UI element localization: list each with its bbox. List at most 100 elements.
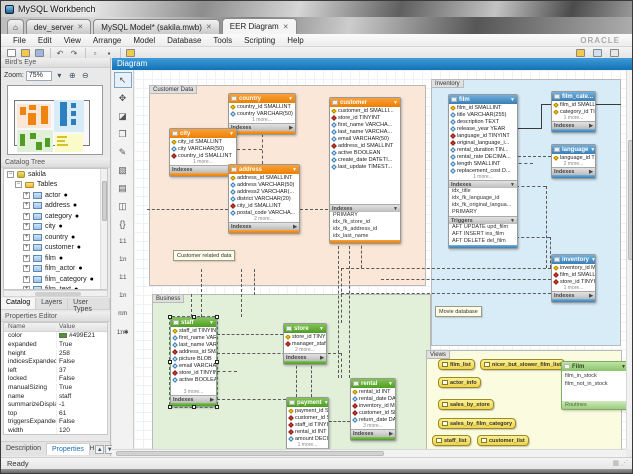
property-row[interactable]: left37 xyxy=(4,366,107,375)
entity-table-inventory[interactable]: inventory▼inventory_id MEDI...film_id SM… xyxy=(551,254,596,303)
zoom-in-icon[interactable]: ⊕ xyxy=(67,71,78,80)
bottom-tab-properties[interactable]: Properties xyxy=(46,443,90,455)
zoom-out-icon[interactable]: ⊖ xyxy=(80,71,91,80)
tree-expand-icon[interactable]: + xyxy=(23,234,30,241)
new-document-icon[interactable] xyxy=(5,48,17,58)
collapse-arrow-icon[interactable]: ▼ xyxy=(510,97,515,103)
entity-table-country[interactable]: country▼country_id SMALLINTcountry VARCH… xyxy=(228,93,296,135)
redo-icon[interactable]: ↷ xyxy=(68,48,80,58)
tree-expand-icon[interactable]: + xyxy=(23,255,30,262)
property-row[interactable]: triggersExpandedFalse xyxy=(4,418,107,427)
routine-group-header[interactable]: Film▼ xyxy=(562,362,626,371)
tree-expand-icon[interactable]: + xyxy=(23,244,30,251)
collapse-arrow-icon[interactable]: ▼ xyxy=(393,206,398,212)
menu-help[interactable]: Help xyxy=(281,36,309,45)
zoom-dropdown-arrow[interactable]: ▾ xyxy=(54,71,65,80)
selection-handle[interactable] xyxy=(215,405,219,409)
image-tool-icon[interactable]: ▧ xyxy=(114,162,132,178)
menu-edit[interactable]: Edit xyxy=(32,36,58,45)
tab-mysql[interactable]: MySQL Model* (sakila.mwb)✕ xyxy=(93,19,220,34)
entity-table-payment[interactable]: payment▼payment_id SMAL...customer_id SM… xyxy=(286,397,329,449)
entity-table-city[interactable]: city▼city_id SMALLINTcity VARCHAR(50)cou… xyxy=(169,128,237,177)
entity-table-rental[interactable]: rental▼rental_id INTrental_date DATE...i… xyxy=(350,378,396,441)
birds-eye-minimap[interactable] xyxy=(7,85,103,155)
tree-horizontal-scrollbar[interactable] xyxy=(3,290,108,297)
collapse-arrow-icon[interactable]: ▼ xyxy=(388,381,393,387)
view-sales_by_store[interactable]: sales_by_store xyxy=(438,399,494,410)
catalog-tab-layers[interactable]: Layers xyxy=(36,298,68,309)
entity-header[interactable]: customer▼ xyxy=(330,98,400,107)
undo-icon[interactable]: ↶ xyxy=(54,48,66,58)
tab-close-icon[interactable]: ✕ xyxy=(206,23,212,31)
rel-n-m-identifying-icon[interactable]: n:m xyxy=(114,306,132,322)
note-customer-related-data[interactable]: Customer related data xyxy=(173,250,235,261)
home-tab[interactable]: ⌂ xyxy=(7,19,24,34)
footer-indexes-bar[interactable]: Indexes▶ xyxy=(552,121,595,129)
entity-header[interactable]: inventory▼ xyxy=(552,255,595,264)
entity-header[interactable]: address▼ xyxy=(229,165,299,174)
collapse-arrow-icon[interactable]: ▼ xyxy=(510,182,515,188)
rel-1-n-identifying-icon[interactable]: 1:n xyxy=(114,288,132,304)
entity-table-staff[interactable]: staff▼staff_id TINYINTfirst_name VARCH..… xyxy=(170,317,217,407)
footer-indexes-bar[interactable]: Indexes▶ xyxy=(284,353,326,361)
collapse-arrow-icon[interactable]: ▼ xyxy=(229,131,234,137)
catalog-tab-catalog[interactable]: Catalog xyxy=(1,298,36,309)
entity-table-customer[interactable]: customer▼customer_id SMALLI...store_id T… xyxy=(329,97,401,244)
property-row[interactable]: width120 xyxy=(4,426,107,435)
tree-table-address[interactable]: +address● xyxy=(4,201,107,212)
section-indexes[interactable]: Indexes▼ xyxy=(449,180,517,188)
menu-tools[interactable]: Tools xyxy=(207,36,238,45)
menu-model[interactable]: Model xyxy=(127,36,161,45)
diagram-canvas[interactable]: Customer DataInventoryBusinessViewscount… xyxy=(134,70,626,449)
export-image-icon[interactable] xyxy=(574,48,586,58)
expand-arrow-icon[interactable]: ▶ xyxy=(589,123,593,129)
collapse-arrow-icon[interactable]: ▼ xyxy=(510,218,515,224)
tree-expand-icon[interactable]: + xyxy=(23,192,30,199)
collapse-arrow-icon[interactable]: ▼ xyxy=(292,167,297,173)
collapse-arrow-icon[interactable]: ▼ xyxy=(590,147,595,153)
zoom-input[interactable]: 75% xyxy=(26,71,52,81)
tree-expand-icon[interactable]: + xyxy=(23,223,30,230)
save-model-icon[interactable] xyxy=(33,48,45,58)
tree-expand-icon[interactable]: + xyxy=(23,265,30,272)
note-movie-database[interactable]: Movie database xyxy=(435,306,482,317)
view-actor_info[interactable]: actor_info xyxy=(438,377,481,388)
menu-database[interactable]: Database xyxy=(161,36,207,45)
tree-table-film_category[interactable]: +film_category● xyxy=(4,274,107,285)
property-row[interactable]: indicesExpandedFalse xyxy=(4,357,107,366)
catalog-tab-user-types[interactable]: User Types xyxy=(68,298,110,309)
rel-1-n-non-identifying-icon[interactable]: 1:n xyxy=(114,252,132,268)
layer-tool-icon[interactable]: ❒ xyxy=(114,126,132,142)
footer-indexes-bar[interactable]: Indexes▶ xyxy=(351,429,395,437)
expand-arrow-icon[interactable]: ▶ xyxy=(293,224,297,230)
entity-header[interactable]: store▼ xyxy=(284,324,326,333)
selection-handle[interactable] xyxy=(215,360,219,364)
footer-indexes-bar[interactable]: Indexes▶ xyxy=(552,167,595,175)
view-nicer_but_slower_film_list[interactable]: nicer_but_slower_film_list xyxy=(480,359,565,370)
view-film_list[interactable]: film_list xyxy=(438,359,475,370)
note-tool-icon[interactable]: ✎ xyxy=(114,144,132,160)
section-indexes[interactable]: Indexes▼ xyxy=(330,204,400,212)
tree-table-film_actor[interactable]: +film_actor● xyxy=(4,264,107,275)
bottom-tab-description[interactable]: Description xyxy=(1,443,46,455)
menu-file[interactable]: File xyxy=(7,36,32,45)
entity-header[interactable]: film▼ xyxy=(449,95,517,104)
menu-scripting[interactable]: Scripting xyxy=(238,36,281,45)
tab-eer[interactable]: EER Diagram✕ xyxy=(222,18,297,34)
selection-handle[interactable] xyxy=(192,315,196,319)
collapse-arrow-icon[interactable]: ▼ xyxy=(393,100,398,106)
tree-expand-icon[interactable]: − xyxy=(7,171,14,178)
tree-expand-icon[interactable]: − xyxy=(15,181,22,188)
expand-arrow-icon[interactable]: ▶ xyxy=(589,169,593,175)
expand-arrow-icon[interactable]: ▶ xyxy=(389,431,393,437)
canvas-horizontal-scrollbar[interactable] xyxy=(112,449,626,457)
view-tool-icon[interactable]: ◫ xyxy=(114,198,132,214)
tab-close-icon[interactable]: ✕ xyxy=(77,23,83,31)
tree-table-city[interactable]: +city● xyxy=(4,222,107,233)
entity-header[interactable]: country▼ xyxy=(229,94,295,103)
toggle-grid-icon[interactable]: ▫ xyxy=(89,48,101,58)
rel-1-1-non-identifying-icon[interactable]: 1:1 xyxy=(114,234,132,250)
section-triggers[interactable]: Triggers▼ xyxy=(449,216,517,224)
view-staff_list[interactable]: staff_list xyxy=(432,435,471,446)
entity-table-film[interactable]: film▼film_id SMALLINTtitle VARCHAR(255)d… xyxy=(448,94,518,249)
